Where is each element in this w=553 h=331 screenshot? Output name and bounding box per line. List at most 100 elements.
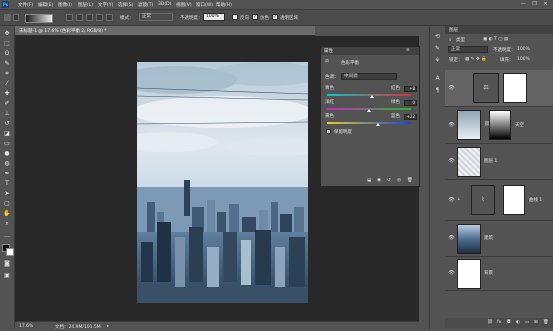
layer-row-layer1[interactable]: 👁 图层 1 <box>445 144 553 180</box>
marquee-tool-icon[interactable]: ⬚ <box>3 40 11 48</box>
dither-checkbox[interactable]: ✓ <box>252 14 258 20</box>
yellow-blue-slider-thumb[interactable] <box>376 123 381 126</box>
link-layers-icon[interactable]: ⛓ <box>487 320 493 325</box>
yellow-blue-value[interactable]: +22 <box>404 114 417 120</box>
transparency-checkbox[interactable]: ✓ <box>272 14 278 20</box>
opacity-field[interactable]: 100% <box>203 13 225 21</box>
type-tool-icon[interactable]: T <box>3 180 11 188</box>
healing-tool-icon[interactable]: ✚ <box>3 90 11 98</box>
menu-view[interactable]: 视图(V) <box>176 2 192 8</box>
yellow-blue-slider[interactable] <box>327 122 411 124</box>
preserve-luminosity-checkbox[interactable]: ✓ <box>326 129 331 134</box>
layer-row-curves[interactable]: 👁 ↓ ⌇ 曲线 1 <box>445 180 553 221</box>
new-layer-icon[interactable]: ⊞ <box>534 320 538 325</box>
canvas-image[interactable] <box>137 62 308 303</box>
move-tool-icon[interactable]: ✥ <box>3 30 11 38</box>
shape-tool-icon[interactable]: ▢ <box>3 200 11 208</box>
view-previous-icon[interactable]: ◉ <box>377 178 381 183</box>
hand-tool-icon[interactable]: ✋ <box>3 210 11 218</box>
menu-select[interactable]: 选择(S) <box>118 2 133 8</box>
cyan-red-value[interactable]: +8 <box>404 86 417 92</box>
layer-row-background[interactable]: 👁 背景 <box>445 257 553 291</box>
status-arrow-icon[interactable]: ▸ <box>107 324 109 329</box>
layers-tab[interactable]: 图层 <box>449 27 458 33</box>
eraser-tool-icon[interactable]: ◪ <box>3 130 11 138</box>
minimize-icon[interactable]: — <box>520 1 527 7</box>
stamp-tool-icon[interactable]: ⊥ <box>3 110 11 118</box>
menu-type[interactable]: 文字(Y) <box>98 2 113 8</box>
menu-image[interactable]: 图像(I) <box>58 2 72 8</box>
eyedropper-tool-icon[interactable]: ⁄ <box>3 80 11 88</box>
menu-layer[interactable]: 图层(L) <box>78 2 93 8</box>
reset-icon[interactable]: ↺ <box>387 178 391 183</box>
eye-icon[interactable]: 👁 <box>448 270 455 277</box>
layer-row-sky[interactable]: 👁 ⛓ 天空 <box>445 107 553 144</box>
document-tab[interactable]: 未标题-1 @ 17.6% (色彩平衡 2, RGB/8) * <box>15 26 315 36</box>
history-panel-icon[interactable]: ⟲ <box>433 32 442 41</box>
diamond-gradient-icon[interactable] <box>106 14 113 21</box>
menu-3d[interactable]: 3D(D) <box>158 2 171 7</box>
properties-tab[interactable]: 属性 <box>324 48 333 54</box>
eye-icon[interactable]: 👁 <box>448 197 455 204</box>
quick-select-tool-icon[interactable]: ✎ <box>3 60 11 68</box>
add-mask-icon[interactable]: ◘ <box>507 320 511 325</box>
eye-icon[interactable]: 👁 <box>448 122 455 129</box>
new-adjustment-icon[interactable]: ◐ <box>516 320 520 325</box>
more-tools-icon[interactable]: … <box>3 232 11 240</box>
eye-icon[interactable]: 👁 <box>448 85 455 92</box>
visibility-icon[interactable]: ◎ <box>397 178 401 183</box>
layer-name[interactable]: 建筑 <box>484 235 493 241</box>
lock-icons[interactable]: ▦ ✎ ✥ 🔒 <box>465 57 487 62</box>
menu-file[interactable]: 文件(F) <box>18 2 33 8</box>
paragraph-panel-icon[interactable]: ¶ <box>433 86 442 95</box>
gradient-swatch[interactable] <box>25 14 53 23</box>
character-panel-icon[interactable]: A <box>433 74 442 83</box>
clip-to-layer-icon[interactable]: ⬓ <box>367 178 371 183</box>
restore-icon[interactable]: ❐ <box>531 1 538 7</box>
menu-window[interactable]: 窗口(W) <box>196 2 213 8</box>
screen-mode-icon[interactable]: ▣ <box>3 272 11 280</box>
filter-kind-icon[interactable]: ⌕ <box>449 37 452 43</box>
path-select-tool-icon[interactable]: ➤ <box>3 190 11 198</box>
reverse-checkbox[interactable] <box>232 14 238 20</box>
layer-name[interactable]: 图层 1 <box>484 158 497 164</box>
gradient-tool-preset-icon[interactable] <box>4 14 11 21</box>
quick-mask-icon[interactable]: ◙ <box>3 260 11 268</box>
lasso-tool-icon[interactable]: ʘ <box>3 50 11 58</box>
dodge-tool-icon[interactable]: ◍ <box>3 160 11 168</box>
eye-icon[interactable]: 👁 <box>448 235 455 242</box>
layer-name[interactable]: 曲线 1 <box>529 197 542 203</box>
radial-gradient-icon[interactable] <box>76 14 83 21</box>
panel-menu-icon[interactable]: ≡ <box>406 48 410 53</box>
menu-edit[interactable]: 编辑(E) <box>38 2 53 8</box>
filter-kind-label[interactable]: 类型 <box>456 37 465 43</box>
clone-source-icon[interactable]: ⚘ <box>433 56 442 65</box>
zoom-tool-icon[interactable]: ⌕ <box>3 220 11 228</box>
history-brush-tool-icon[interactable]: ↺ <box>3 120 11 128</box>
angle-gradient-icon[interactable] <box>86 14 93 21</box>
gradient-tool-icon[interactable]: ▭ <box>3 140 11 148</box>
menu-filter[interactable]: 滤镜(T) <box>138 2 153 8</box>
layer-row-color-balance[interactable]: 👁 ⚖ <box>445 70 553 107</box>
eye-icon[interactable]: 👁 <box>448 158 455 165</box>
reflected-gradient-icon[interactable] <box>96 14 103 21</box>
tool-preset-dropdown-icon[interactable] <box>13 14 19 21</box>
layer-name[interactable]: 天空 <box>515 122 524 128</box>
filter-pixel-icon[interactable]: ▣ ◐ T ▢ ▤ <box>483 37 508 42</box>
new-group-icon[interactable]: ▭ <box>525 320 529 325</box>
layer-opacity-value[interactable]: 100% <box>517 47 530 52</box>
layer-name[interactable]: 背景 <box>484 270 493 276</box>
tone-select[interactable]: 中间调 <box>341 73 397 80</box>
fill-value[interactable]: 100% <box>517 57 530 62</box>
layer-row-buildings[interactable]: 👁 建筑 <box>445 221 553 257</box>
linear-gradient-icon[interactable] <box>66 14 73 21</box>
fx-icon[interactable]: fx <box>497 320 501 325</box>
zoom-level[interactable]: 17.6% <box>19 324 33 329</box>
crop-tool-icon[interactable]: ⌗ <box>3 70 11 78</box>
blend-mode-select[interactable]: 正常 <box>448 46 488 53</box>
brush-tool-icon[interactable]: ✐ <box>3 100 11 108</box>
background-color-swatch[interactable] <box>6 248 14 256</box>
cyan-red-slider[interactable] <box>327 94 411 96</box>
close-icon[interactable]: ✕ <box>542 1 549 7</box>
magenta-green-value[interactable]: 0 <box>404 100 417 106</box>
